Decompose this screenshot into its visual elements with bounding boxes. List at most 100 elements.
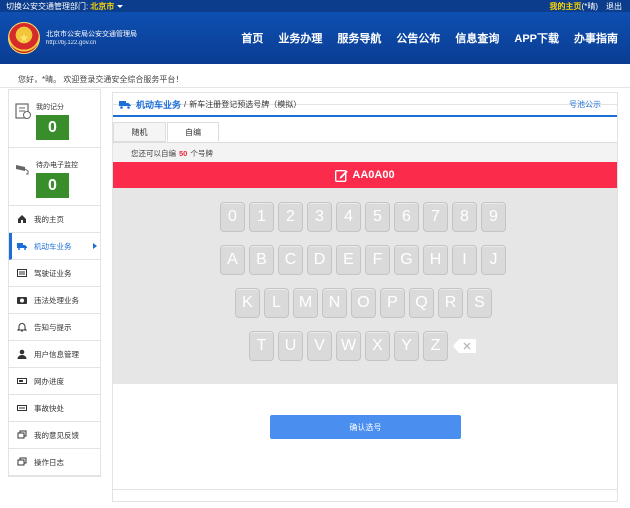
key-5[interactable]: 5 [365, 202, 390, 232]
key-2[interactable]: 2 [278, 202, 303, 232]
key-h[interactable]: H [423, 245, 448, 275]
bell-icon [17, 322, 27, 332]
sidebar-item-license[interactable]: 驾驶证业务 [9, 260, 100, 287]
logout-link[interactable]: 退出 [606, 1, 622, 12]
key-3[interactable]: 3 [307, 202, 332, 232]
key-p[interactable]: P [380, 288, 405, 318]
license-icon [17, 268, 27, 278]
nav-query[interactable]: 信息查询 [455, 30, 499, 46]
key-u[interactable]: U [278, 331, 303, 361]
main-panel: 机动车业务 / 新车注册登记预选号牌（模拟） 号池公示 随机 自编 您还可以自编… [112, 92, 618, 490]
nav-app[interactable]: APP下载 [514, 30, 559, 46]
key-d[interactable]: D [307, 245, 332, 275]
key-j[interactable]: J [481, 245, 506, 275]
breadcrumb: 机动车业务 / 新车注册登记预选号牌（模拟） 号池公示 [113, 93, 617, 117]
key-z[interactable]: Z [423, 331, 448, 361]
home-icon [17, 214, 27, 224]
truck-icon [17, 241, 27, 251]
feedback-icon [17, 430, 27, 440]
key-a[interactable]: A [220, 245, 245, 275]
keyboard-row-a-j: A B C D E F G H I J [220, 245, 506, 275]
key-x[interactable]: X [365, 331, 390, 361]
breadcrumb-separator: / [184, 99, 187, 109]
site-header: ★ 北京市公安局公安交通管理局 交通安全综合服务管理平台 http://bj.1… [0, 12, 630, 502]
key-e[interactable]: E [336, 245, 361, 275]
camera-monitor-icon [16, 165, 29, 175]
plate-number: AA0A00 [352, 169, 395, 181]
key-b[interactable]: B [249, 245, 274, 275]
edit-icon [335, 169, 349, 182]
key-4[interactable]: 4 [336, 202, 361, 232]
sidebar-item-log[interactable]: 操作日志 [9, 449, 100, 476]
key-8[interactable]: 8 [452, 202, 477, 232]
key-0[interactable]: 0 [220, 202, 245, 232]
sidebar-item-progress[interactable]: 网办进度 [9, 368, 100, 395]
site-brand[interactable]: 北京市公安局公安交通管理局 交通安全综合服务管理平台 http://bj.122… [46, 30, 618, 502]
key-g[interactable]: G [394, 245, 419, 275]
tab-custom[interactable]: 自编 [167, 122, 219, 142]
top-strip: 切换公安交通管理部门: 北京市 我的主页(*晴) 退出 [0, 0, 630, 12]
sidebar-item-feedback[interactable]: 我的意见反馈 [9, 422, 100, 449]
nav-home[interactable]: 首页 [241, 30, 263, 46]
accident-icon [17, 403, 27, 413]
city-selector[interactable]: 北京市 [90, 1, 114, 12]
key-q[interactable]: Q [409, 288, 434, 318]
sidebar-item-vehicle[interactable]: 机动车业务 [9, 233, 100, 260]
breadcrumb-page: 新车注册登记预选号牌（模拟） [189, 99, 302, 109]
bureau-name: 北京市公安局公安交通管理局 [46, 30, 137, 38]
key-l[interactable]: L [264, 288, 289, 318]
tab-random[interactable]: 随机 [113, 122, 166, 142]
monitor-value: 0 [36, 173, 69, 198]
keyboard-row-k-s: K L M N O P Q R S [235, 288, 492, 318]
backspace-icon [452, 339, 476, 353]
key-1[interactable]: 1 [249, 202, 274, 232]
breadcrumb-business[interactable]: 机动车业务 [136, 98, 181, 111]
user-icon [17, 349, 27, 359]
monitor-label: 待办电子监控 [36, 162, 78, 169]
pool-announcement-link[interactable]: 号池公示 [569, 99, 601, 110]
score-card[interactable]: 我的记分 0 [9, 90, 100, 148]
key-t[interactable]: T [249, 331, 274, 361]
sidebar-item-violation[interactable]: 违法处理业务 [9, 287, 100, 314]
chevron-down-icon[interactable] [117, 4, 124, 8]
remaining-count: 50 [179, 149, 188, 158]
police-emblem-icon: ★ [8, 22, 40, 54]
nav-service[interactable]: 服务导航 [337, 30, 381, 46]
nav-business[interactable]: 业务办理 [278, 30, 322, 46]
key-r[interactable]: R [438, 288, 463, 318]
key-o[interactable]: O [351, 288, 376, 318]
site-url: http://bj.122.gov.cn [46, 39, 97, 46]
score-icon [15, 103, 31, 119]
nav-guide[interactable]: 办事指南 [574, 30, 618, 46]
dept-label: 切换公安交通管理部门: [6, 1, 89, 11]
key-k[interactable]: K [235, 288, 260, 318]
key-y[interactable]: Y [394, 331, 419, 361]
confirm-selection-button[interactable]: 确认选号 [270, 415, 461, 439]
key-c[interactable]: C [278, 245, 303, 275]
my-home-link[interactable]: 我的主页(*晴) [550, 1, 598, 12]
plate-mode-tabs: 随机 自编 [113, 122, 617, 142]
sidebar-item-notice[interactable]: 告知与提示 [9, 314, 100, 341]
sidebar-item-home[interactable]: 我的主页 [9, 206, 100, 233]
sidebar-item-user[interactable]: 用户信息管理 [9, 341, 100, 368]
monitor-card[interactable]: 待办电子监控 0 [9, 148, 100, 206]
key-w[interactable]: W [336, 331, 361, 361]
key-i[interactable]: I [452, 245, 477, 275]
welcome-text: 您好，*晴。 欢迎登录交通安全综合服务平台！ [0, 64, 630, 88]
key-v[interactable]: V [307, 331, 332, 361]
key-s[interactable]: S [467, 288, 492, 318]
key-m[interactable]: M [293, 288, 318, 318]
key-f[interactable]: F [365, 245, 390, 275]
key-6[interactable]: 6 [394, 202, 419, 232]
keyboard-row-t-z: T U V W X Y Z [249, 331, 477, 361]
sidebar-item-accident[interactable]: 事故快处 [9, 395, 100, 422]
key-9[interactable]: 9 [481, 202, 506, 232]
nav-announcement[interactable]: 公告公布 [396, 30, 440, 46]
remaining-hint: 您还可以自编 50 个号牌 [113, 142, 617, 162]
truck-icon [119, 100, 131, 109]
key-n[interactable]: N [322, 288, 347, 318]
key-7[interactable]: 7 [423, 202, 448, 232]
backspace-key[interactable] [452, 331, 477, 361]
main-nav: 首页 业务办理 服务导航 公告公布 信息查询 APP下载 办事指南 [241, 12, 630, 64]
plate-display: AA0A00 [113, 162, 617, 188]
